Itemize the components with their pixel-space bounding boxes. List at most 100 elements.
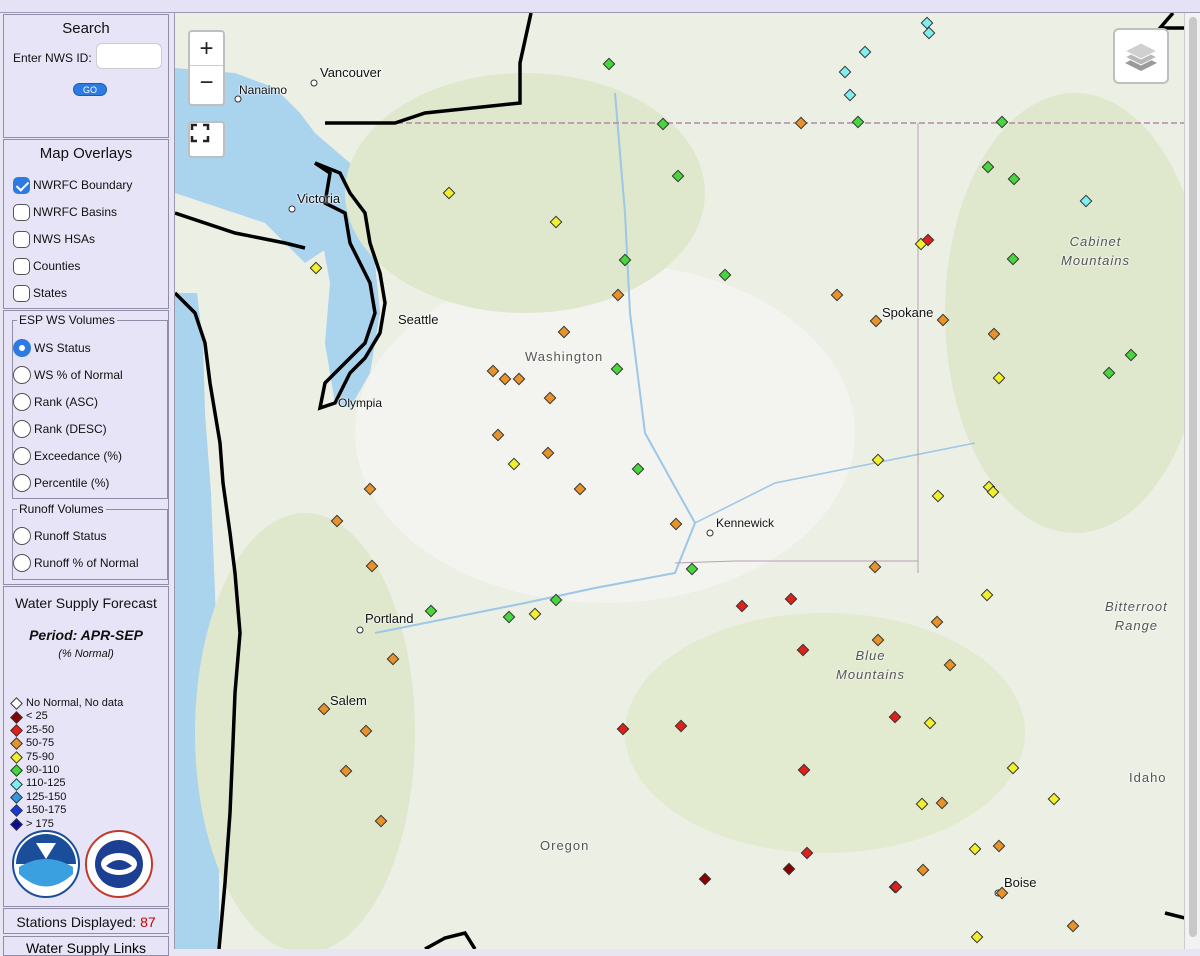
overlay-nwrfc-boundary[interactable]: NWRFC Boundary: [13, 174, 132, 196]
station-marker[interactable]: [868, 560, 882, 574]
runoff-title: Runoff Volumes: [19, 502, 104, 516]
fullscreen-button[interactable]: [188, 121, 225, 158]
overlay-label: Counties: [33, 259, 81, 273]
nws-id-input[interactable]: [96, 43, 162, 69]
fullscreen-icon: [190, 123, 210, 143]
radio-icon[interactable]: [13, 420, 31, 438]
station-marker[interactable]: [871, 453, 885, 467]
station-marker[interactable]: [970, 930, 984, 944]
stations-count: 87: [140, 914, 156, 930]
checkbox-icon[interactable]: [13, 257, 30, 275]
station-marker[interactable]: [869, 314, 883, 328]
station-marker[interactable]: [968, 842, 982, 856]
overlay-nws-hsas[interactable]: NWS HSAs: [13, 228, 95, 250]
station-marker[interactable]: [930, 615, 944, 629]
station-marker[interactable]: [718, 268, 732, 282]
station-marker[interactable]: [931, 489, 945, 503]
radio-ws-pct-normal[interactable]: WS % of Normal: [13, 364, 123, 386]
station-marker[interactable]: [309, 261, 323, 275]
station-marker[interactable]: [995, 115, 1009, 129]
map-overlays-panel: Map Overlays NWRFC Boundary NWRFC Basins…: [3, 139, 169, 309]
legend-label: 90-110: [26, 763, 60, 776]
station-marker[interactable]: [843, 88, 857, 102]
label-cabinet-mountains: Cabinet Mountains: [1061, 234, 1130, 268]
zoom-in-button[interactable]: +: [190, 32, 223, 66]
legend-row: 110-125: [10, 777, 123, 791]
zoom-out-button[interactable]: −: [190, 66, 223, 99]
radio-icon[interactable]: [13, 554, 31, 572]
layers-button[interactable]: [1113, 28, 1169, 84]
label-seattle: Seattle: [398, 312, 439, 327]
water-supply-links[interactable]: Water Supply Links: [4, 940, 168, 955]
forecast-period: Period: APR-SEP: [29, 627, 143, 643]
radio-icon[interactable]: [13, 474, 31, 492]
overlay-label: States: [33, 286, 68, 300]
station-marker[interactable]: [889, 880, 903, 894]
radio-runoff-pct-normal[interactable]: Runoff % of Normal: [13, 552, 139, 574]
label-bitterroot-range: Bitterroot Range: [1105, 599, 1168, 633]
station-marker[interactable]: [992, 839, 1006, 853]
radio-rank-desc[interactable]: Rank (DESC): [13, 418, 107, 440]
scrollbar-thumb[interactable]: [1189, 17, 1197, 937]
radio-ws-status[interactable]: WS Status: [13, 337, 91, 359]
label-blue-mountains: Blue Mountains: [836, 648, 905, 682]
legend-diamond-icon: [10, 764, 23, 778]
overlay-label: NWRFC Basins: [33, 205, 118, 219]
checkbox-icon[interactable]: [13, 230, 30, 248]
station-marker[interactable]: [782, 862, 796, 876]
overlay-nwrfc-basins[interactable]: NWRFC Basins: [13, 201, 117, 223]
blue-mountains-terrain: [625, 613, 1025, 853]
radio-exceedance[interactable]: Exceedance (%): [13, 445, 122, 467]
legend-label: 75-90: [26, 750, 55, 763]
radio-icon[interactable]: [13, 527, 31, 545]
forecast-legend-panel: Water Supply Forecast Period: APR-SEP (%…: [3, 586, 169, 907]
station-marker[interactable]: [698, 872, 712, 886]
station-marker[interactable]: [980, 588, 994, 602]
radio-rank-asc[interactable]: Rank (ASC): [13, 391, 98, 413]
go-button[interactable]: GO: [73, 83, 107, 96]
radio-icon[interactable]: [13, 393, 31, 411]
legend-diamond-icon: [10, 710, 23, 724]
legend-row: 150-175: [10, 804, 123, 818]
esp-title: ESP WS Volumes: [19, 313, 115, 327]
overlay-label: NWS HSAs: [33, 232, 96, 246]
station-marker[interactable]: [794, 116, 808, 130]
station-marker[interactable]: [920, 16, 934, 30]
overlay-states[interactable]: States: [13, 282, 67, 304]
search-label: Enter NWS ID:: [13, 51, 92, 65]
station-marker[interactable]: [735, 599, 749, 613]
station-marker[interactable]: [922, 26, 936, 40]
legend-row: No Normal, No data: [10, 697, 123, 711]
radio-runoff-status[interactable]: Runoff Status: [13, 525, 107, 547]
station-marker[interactable]: [1047, 792, 1061, 806]
station-marker[interactable]: [851, 115, 865, 129]
station-marker[interactable]: [528, 607, 542, 621]
radio-checked-icon[interactable]: [13, 339, 31, 357]
label-victoria: Victoria: [297, 191, 341, 206]
station-marker[interactable]: [830, 288, 844, 302]
station-marker[interactable]: [502, 610, 516, 624]
station-marker[interactable]: [602, 57, 616, 71]
stations-label: Stations Displayed:: [16, 914, 137, 930]
station-marker[interactable]: [1066, 919, 1080, 933]
checkbox-icon[interactable]: [13, 284, 30, 302]
radio-percentile[interactable]: Percentile (%): [13, 472, 109, 494]
station-marker[interactable]: [784, 592, 798, 606]
checkbox-checked-icon[interactable]: [13, 176, 30, 194]
legend-row: 125-150: [10, 791, 123, 804]
checkbox-icon[interactable]: [13, 203, 30, 221]
overlay-counties[interactable]: Counties: [13, 255, 80, 277]
station-marker[interactable]: [838, 65, 852, 79]
radio-icon[interactable]: [13, 366, 31, 384]
map[interactable]: Vancouver Nanaimo Victoria Seattle Olymp…: [174, 13, 1185, 949]
radio-icon[interactable]: [13, 447, 31, 465]
legend-label: 125-150: [26, 790, 67, 803]
scrollbar[interactable]: [1184, 13, 1200, 949]
search-panel: Search Enter NWS ID: GO: [3, 14, 169, 138]
station-marker[interactable]: [424, 604, 438, 618]
legend-label: 50-75: [26, 737, 55, 750]
station-marker[interactable]: [916, 863, 930, 877]
station-marker[interactable]: [858, 45, 872, 59]
top-bar: [0, 0, 1200, 13]
legend-row: 50-75: [10, 737, 123, 751]
